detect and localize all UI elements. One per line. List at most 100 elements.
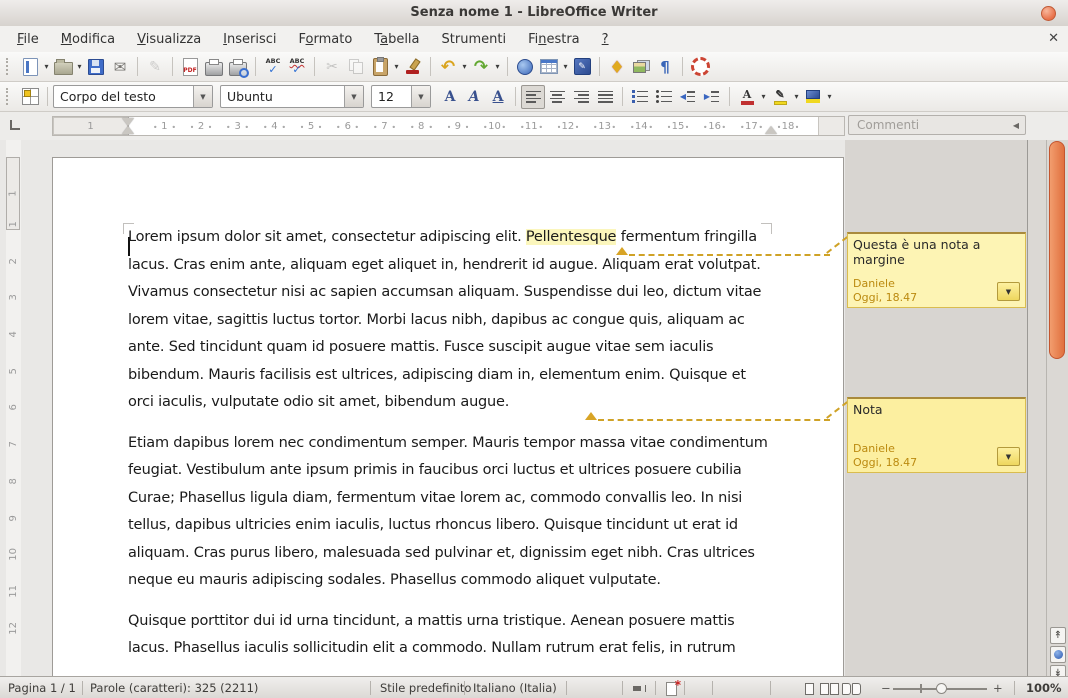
note-menu-button[interactable]: ▼ bbox=[997, 282, 1020, 301]
note-text[interactable]: Nota bbox=[853, 402, 1020, 417]
menu-item[interactable]: Finestra bbox=[517, 32, 591, 47]
cut-button[interactable]: ✂ bbox=[320, 55, 344, 79]
clone-formatting-button[interactable] bbox=[401, 55, 425, 79]
zoom-in-button[interactable]: + bbox=[993, 681, 1003, 695]
menu-item[interactable]: Visualizza bbox=[126, 32, 212, 47]
zoom-slider-handle[interactable] bbox=[936, 683, 947, 694]
print-preview-button[interactable] bbox=[226, 55, 250, 79]
tab-stop-type-selector[interactable] bbox=[10, 120, 20, 130]
background-color-button[interactable] bbox=[801, 85, 825, 109]
menu-item[interactable]: Strumenti bbox=[431, 32, 518, 47]
font-color-button[interactable]: A bbox=[735, 85, 759, 109]
page-number-status[interactable]: Pagina 1 / 1 bbox=[8, 681, 76, 695]
formatting-marks-button[interactable]: ¶ bbox=[653, 55, 677, 79]
vertical-ruler[interactable]: 1 123456789101112 bbox=[6, 140, 21, 676]
insert-table-button[interactable] bbox=[537, 55, 561, 79]
paragraph-style-combo[interactable]: Corpo del testo ▼ bbox=[53, 85, 213, 108]
zoom-out-button[interactable]: − bbox=[881, 681, 891, 695]
paragraph-2[interactable]: Etiam dapibus lorem nec condimentum semp… bbox=[128, 430, 773, 595]
align-right-button[interactable] bbox=[569, 85, 593, 109]
justify-button[interactable] bbox=[593, 85, 617, 109]
numbered-list-button[interactable] bbox=[628, 85, 652, 109]
document-text[interactable]: Lorem ipsum dolor sit amet, consectetur … bbox=[128, 224, 773, 676]
comments-header-button[interactable]: Commenti ◀ bbox=[848, 115, 1026, 135]
increase-indent-button[interactable]: ▶ bbox=[700, 85, 724, 109]
toolbar-grip[interactable] bbox=[6, 58, 12, 75]
vertical-scrollbar-thumb[interactable] bbox=[1049, 141, 1065, 359]
open-button[interactable] bbox=[51, 55, 75, 79]
new-document-button[interactable] bbox=[18, 55, 42, 79]
book-view-button[interactable] bbox=[842, 683, 861, 695]
help-button[interactable] bbox=[688, 55, 712, 79]
note-menu-button[interactable]: ▼ bbox=[997, 447, 1020, 466]
new-document-dropdown[interactable]: ▾ bbox=[42, 62, 51, 71]
next-page-button[interactable]: ↡ bbox=[1050, 665, 1066, 676]
bold-button[interactable]: A bbox=[438, 85, 462, 109]
font-size-combo[interactable]: 12 ▼ bbox=[371, 85, 431, 108]
single-page-view-button[interactable] bbox=[805, 683, 814, 695]
align-center-button[interactable] bbox=[545, 85, 569, 109]
paragraph-style-dropdown[interactable]: ▼ bbox=[193, 86, 212, 107]
underline-button[interactable]: A bbox=[486, 85, 510, 109]
horizontal-ruler[interactable]: 1 123456789101112131415161718 bbox=[52, 116, 845, 136]
menu-item[interactable]: ? bbox=[591, 32, 620, 47]
italic-button[interactable]: A bbox=[462, 85, 486, 109]
spelling-button[interactable]: ABC✓ bbox=[261, 55, 285, 79]
copy-button[interactable] bbox=[344, 55, 368, 79]
draw-functions-button[interactable]: ✎ bbox=[570, 55, 594, 79]
styles-button[interactable] bbox=[18, 85, 42, 109]
close-document-icon[interactable]: ✕ bbox=[1048, 31, 1059, 46]
page[interactable]: Lorem ipsum dolor sit amet, consectetur … bbox=[52, 157, 844, 676]
paragraph-3[interactable]: Quisque porttitor dui id urna tincidunt,… bbox=[128, 608, 773, 663]
font-name-dropdown[interactable]: ▼ bbox=[344, 86, 363, 107]
paste-dropdown[interactable]: ▾ bbox=[392, 62, 401, 71]
right-indent-marker[interactable] bbox=[765, 126, 777, 134]
note-text[interactable]: Questa è una nota a margine bbox=[853, 237, 1020, 267]
highlight-color-button[interactable]: ✎ bbox=[768, 85, 792, 109]
comment-anchor-highlight[interactable]: Pellentesque bbox=[526, 229, 616, 245]
auto-spellcheck-button[interactable]: ABC✓ bbox=[285, 55, 309, 79]
menu-item[interactable]: Modifica bbox=[50, 32, 126, 47]
bullet-list-button[interactable] bbox=[652, 85, 676, 109]
font-name-value[interactable]: Ubuntu bbox=[221, 89, 344, 104]
font-name-combo[interactable]: Ubuntu ▼ bbox=[220, 85, 364, 108]
hyperlink-button[interactable] bbox=[513, 55, 537, 79]
align-left-button[interactable] bbox=[521, 85, 545, 109]
decrease-indent-button[interactable]: ◀ bbox=[676, 85, 700, 109]
paragraph-style-value[interactable]: Corpo del testo bbox=[54, 89, 193, 104]
background-color-dropdown[interactable]: ▾ bbox=[825, 92, 834, 101]
menu-item[interactable]: Inserisci bbox=[212, 32, 287, 47]
print-button[interactable] bbox=[202, 55, 226, 79]
redo-dropdown[interactable]: ▾ bbox=[493, 62, 502, 71]
page-style-status[interactable]: Stile predefinito bbox=[380, 681, 471, 695]
language-status[interactable]: Italiano (Italia) bbox=[473, 681, 557, 695]
navigator-button[interactable]: ◆ bbox=[605, 55, 629, 79]
email-button[interactable]: ✉ bbox=[108, 55, 132, 79]
undo-button[interactable]: ↶ bbox=[436, 55, 460, 79]
font-size-value[interactable]: 12 bbox=[372, 89, 411, 104]
left-indent-marker[interactable] bbox=[122, 126, 134, 134]
navigation-button[interactable] bbox=[1050, 646, 1066, 663]
window-close-button[interactable] bbox=[1041, 6, 1056, 21]
toolbar-grip[interactable] bbox=[6, 88, 12, 105]
menu-item[interactable]: Formato bbox=[288, 32, 364, 47]
font-color-dropdown[interactable]: ▾ bbox=[759, 92, 768, 101]
first-line-indent-marker[interactable] bbox=[122, 118, 134, 126]
font-size-dropdown[interactable]: ▼ bbox=[411, 86, 430, 107]
document-modified-indicator[interactable]: * bbox=[666, 682, 677, 696]
highlight-dropdown[interactable]: ▾ bbox=[792, 92, 801, 101]
menu-item[interactable]: File bbox=[6, 32, 50, 47]
open-dropdown[interactable]: ▾ bbox=[75, 62, 84, 71]
gallery-button[interactable] bbox=[629, 55, 653, 79]
margin-note-2[interactable]: Nota Daniele Oggi, 18.47 ▼ bbox=[847, 397, 1026, 473]
edit-mode-button[interactable]: ✎ bbox=[143, 55, 167, 79]
zoom-level-status[interactable]: 100% bbox=[1026, 681, 1062, 695]
margin-note-1[interactable]: Questa è una nota a margine Daniele Oggi… bbox=[847, 232, 1026, 308]
title-bar[interactable]: Senza nome 1 - LibreOffice Writer bbox=[0, 0, 1068, 27]
previous-page-button[interactable]: ↟ bbox=[1050, 627, 1066, 644]
table-dropdown[interactable]: ▾ bbox=[561, 62, 570, 71]
redo-button[interactable]: ↷ bbox=[469, 55, 493, 79]
export-pdf-button[interactable]: PDF bbox=[178, 55, 202, 79]
menu-item[interactable]: Tabella bbox=[363, 32, 430, 47]
multi-page-view-button[interactable] bbox=[820, 683, 839, 695]
